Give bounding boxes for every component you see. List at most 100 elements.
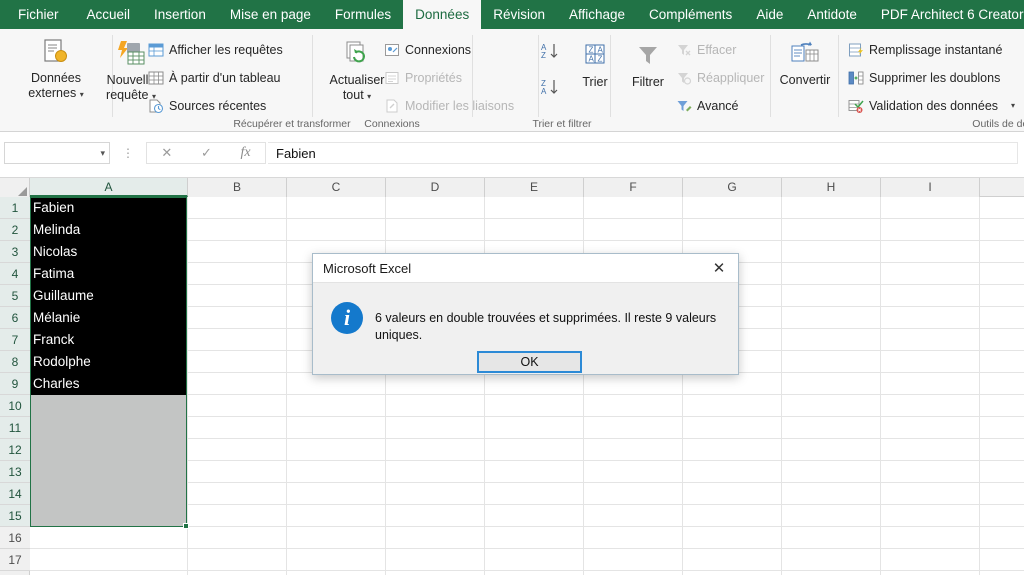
close-icon[interactable]: ✕: [700, 254, 738, 283]
cell-A2[interactable]: Melinda: [30, 219, 187, 241]
sort-label: Trier: [582, 75, 608, 89]
data-validation-label: Validation des données: [869, 98, 999, 113]
column-header-F[interactable]: F: [584, 178, 683, 197]
fill-handle[interactable]: [183, 523, 189, 529]
cell-A9[interactable]: Charles: [30, 373, 187, 395]
cell-A5[interactable]: Guillaume: [30, 285, 187, 307]
column-header-B[interactable]: B: [188, 178, 287, 197]
row-header-3[interactable]: 3: [0, 241, 30, 263]
ribbon-tab-antidote[interactable]: Antidote: [795, 0, 869, 29]
data-validation-button[interactable]: Validation des données ▾: [848, 95, 1015, 116]
recent-sources-icon: [148, 98, 164, 114]
recent-sources-button[interactable]: Sources récentes: [148, 95, 266, 116]
sort-descending-button[interactable]: Z A: [540, 77, 562, 104]
ribbon-group-connections: Actualiser tout ▾ Connexions Propriétés …: [312, 29, 514, 132]
ok-button[interactable]: OK: [477, 351, 582, 373]
cell-A17-empty[interactable]: [30, 549, 187, 571]
column-header-C[interactable]: C: [287, 178, 386, 197]
ribbon-tab-insertion[interactable]: Insertion: [142, 0, 218, 29]
connections-button[interactable]: Connexions: [384, 39, 471, 60]
dialog-message: 6 valeurs en double trouvées et supprimé…: [375, 311, 717, 342]
convert-button[interactable]: Convertir: [772, 35, 838, 88]
cell-A11-empty[interactable]: [30, 417, 187, 439]
cell-A6[interactable]: Mélanie: [30, 307, 187, 329]
ribbon-tab-accueil[interactable]: Accueil: [75, 0, 143, 29]
ribbon-tab-mise-en-page[interactable]: Mise en page: [218, 0, 323, 29]
advanced-filter-label: Avancé: [697, 98, 739, 113]
row-header-5[interactable]: 5: [0, 285, 30, 307]
remove-duplicates-button[interactable]: Supprimer les doublons: [848, 67, 1000, 88]
cell-A13-empty[interactable]: [30, 461, 187, 483]
row-header-6[interactable]: 6: [0, 307, 30, 329]
formula-input[interactable]: Fabien: [268, 142, 1018, 164]
ribbon-tab-affichage[interactable]: Affichage: [557, 0, 637, 29]
insert-function-icon[interactable]: fx: [241, 145, 251, 161]
row-header-10[interactable]: 10: [0, 395, 30, 417]
grid-line-vertical: [979, 197, 980, 575]
column-header-E[interactable]: E: [485, 178, 584, 197]
row-header-7[interactable]: 7: [0, 329, 30, 351]
ribbon-tab-pdf-architect-6-creator[interactable]: PDF Architect 6 Creator: [869, 0, 1024, 29]
ribbon-tab-donn-es[interactable]: Données: [403, 0, 482, 29]
row-header-1[interactable]: 1: [0, 197, 30, 219]
row-header-4[interactable]: 4: [0, 263, 30, 285]
ribbon-tab-r-vision[interactable]: Révision: [481, 0, 557, 29]
row-header-16[interactable]: 16: [0, 527, 30, 549]
cell-A1[interactable]: Fabien: [30, 197, 187, 219]
column-header-A[interactable]: A: [30, 178, 188, 197]
group-title-sort-filter: Trier et filtrer: [532, 118, 592, 130]
filter-button[interactable]: Filtrer: [618, 37, 678, 90]
column-header-G[interactable]: G: [683, 178, 782, 197]
row-header-17[interactable]: 17: [0, 549, 30, 571]
chevron-down-icon[interactable]: ▾: [100, 148, 105, 159]
select-all-corner[interactable]: [0, 178, 30, 197]
new-query-label-2: requête: [106, 88, 149, 102]
cell-A10-empty[interactable]: [30, 395, 187, 417]
ribbon-tab-fichier[interactable]: Fichier: [0, 0, 75, 29]
info-icon: i: [331, 302, 363, 334]
flash-fill-label: Remplissage instantané: [869, 42, 1003, 57]
row-header-13[interactable]: 13: [0, 461, 30, 483]
row-header-15[interactable]: 15: [0, 505, 30, 527]
sort-button[interactable]: Z A A Z Trier: [566, 37, 624, 90]
row-header-9[interactable]: 9: [0, 373, 30, 395]
row-header-12[interactable]: 12: [0, 439, 30, 461]
cell-A3[interactable]: Nicolas: [30, 241, 187, 263]
external-data-button[interactable]: Données externes ▾: [13, 33, 99, 102]
external-data-label-1: Données: [30, 71, 82, 85]
confirm-icon[interactable]: ✓: [201, 145, 212, 161]
cell-A8[interactable]: Rodolphe: [30, 351, 187, 373]
show-queries-button[interactable]: Afficher les requêtes: [148, 39, 283, 60]
from-table-button[interactable]: À partir d'un tableau: [148, 67, 281, 88]
properties-label: Propriétés: [405, 70, 462, 85]
row-header-11[interactable]: 11: [0, 417, 30, 439]
row-header-2[interactable]: 2: [0, 219, 30, 241]
row-header-8[interactable]: 8: [0, 351, 30, 373]
flash-fill-button[interactable]: Remplissage instantané: [848, 39, 1002, 60]
column-header-I[interactable]: I: [881, 178, 980, 197]
refresh-all-label-2: tout: [342, 88, 364, 102]
sort-ascending-button[interactable]: A Z: [540, 41, 562, 68]
cell-A15-empty[interactable]: [30, 505, 187, 527]
column-header-D[interactable]: D: [386, 178, 485, 197]
cell-A7[interactable]: Franck: [30, 329, 187, 351]
advanced-filter-button[interactable]: Avancé: [676, 95, 738, 116]
ribbon-tab-aide[interactable]: Aide: [744, 0, 795, 29]
row-header-14[interactable]: 14: [0, 483, 30, 505]
cell-A16-empty[interactable]: [30, 527, 187, 549]
cell-A14-empty[interactable]: [30, 483, 187, 505]
ribbon-tab-formules[interactable]: Formules: [323, 0, 403, 29]
refresh-icon: [342, 35, 372, 73]
convert-label: Convertir: [779, 73, 831, 87]
cancel-icon[interactable]: ✕: [161, 145, 172, 161]
cell-A4[interactable]: Fatima: [30, 263, 187, 285]
cell-A12-empty[interactable]: [30, 439, 187, 461]
column-header-H[interactable]: H: [782, 178, 881, 197]
ribbon-tab-compl-ments[interactable]: Compléments: [637, 0, 744, 29]
reapply-filter-icon: [676, 70, 692, 86]
chevron-down-icon[interactable]: ▾: [367, 92, 371, 101]
name-box[interactable]: ▾: [4, 142, 110, 164]
chevron-down-icon[interactable]: ▾: [80, 90, 84, 99]
excel-dialog: Microsoft Excel ✕ i 6 valeurs en double …: [312, 253, 739, 375]
chevron-down-icon[interactable]: ▾: [1011, 101, 1015, 110]
